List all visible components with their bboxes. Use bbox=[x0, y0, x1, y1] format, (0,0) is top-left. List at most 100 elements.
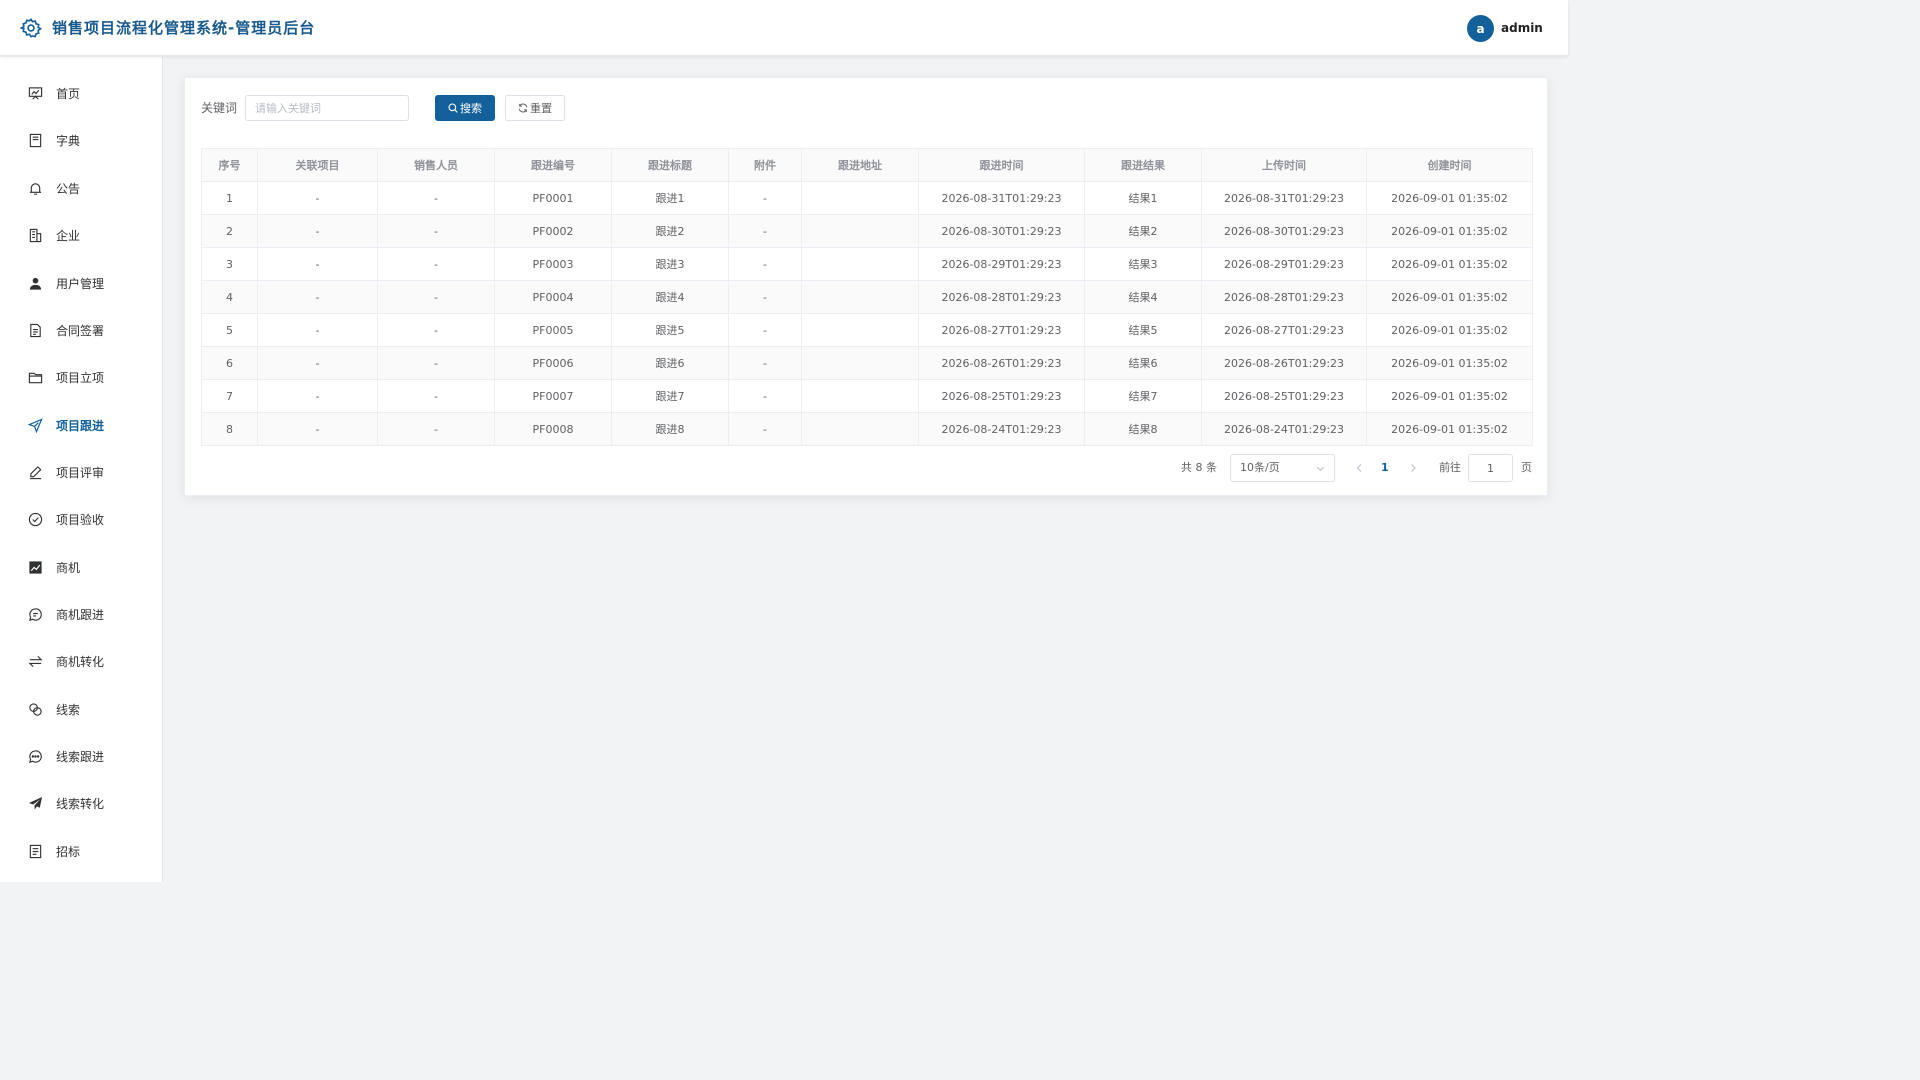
table-cell: 5 bbox=[201, 313, 258, 347]
send-icon bbox=[28, 418, 43, 433]
table-cell: - bbox=[377, 379, 495, 413]
keyword-input[interactable] bbox=[245, 95, 409, 121]
table-cell: - bbox=[377, 181, 495, 215]
app-title: 销售项目流程化管理系统-管理员后台 bbox=[52, 19, 316, 37]
table-row[interactable]: 7- - PF0007 跟进7-2026-08-25T01:29:23 结果7 2026-… bbox=[201, 379, 1533, 413]
sidebar-item-project-review[interactable]: 项目评审 bbox=[0, 453, 162, 493]
column-header: 关联项目 bbox=[257, 148, 378, 182]
table-cell: 2026-08-28T01:29:23 bbox=[1201, 280, 1367, 314]
sidebar-item-label: 项目验收 bbox=[56, 513, 105, 527]
sidebar-item-project-acceptance[interactable]: 项目验收 bbox=[0, 500, 162, 540]
table-cell: 7 bbox=[201, 379, 258, 413]
table-cell: 2026-08-29T01:29:23 bbox=[918, 247, 1085, 281]
table-row[interactable]: 5- - PF0005 跟进5-2026-08-27T01:29:23 结果5 2026-… bbox=[201, 313, 1533, 347]
table-cell: 2026-09-01 01:35:02 bbox=[1366, 379, 1533, 413]
table-cell: - bbox=[257, 280, 378, 314]
book-icon bbox=[29, 133, 42, 148]
table-cell: 结果5 bbox=[1084, 313, 1202, 347]
sidebar-item-label: 首页 bbox=[56, 87, 81, 101]
sidebar-item-lead[interactable]: 线索 bbox=[0, 690, 162, 730]
table-cell: - bbox=[728, 247, 802, 281]
table-cell: 2026-08-30T01:29:23 bbox=[918, 214, 1085, 248]
content-card: 关键词 搜索 重置 序号 关联项目 销售人员 跟进编号 跟进标题 附件 跟进地址… bbox=[184, 77, 1548, 496]
table-row[interactable]: 1- - PF0001 跟进1-2026-08-31T01:29:23 结果1 2026-… bbox=[201, 181, 1533, 215]
table-cell: 结果2 bbox=[1084, 214, 1202, 248]
gear-icon bbox=[20, 17, 42, 38]
table-cell: 2026-09-01 01:35:02 bbox=[1366, 181, 1533, 215]
table-cell: - bbox=[257, 181, 378, 215]
table-row[interactable]: 4- - PF0004 跟进4-2026-08-28T01:29:23 结果4 2026-… bbox=[201, 280, 1533, 314]
table-cell: - bbox=[257, 214, 378, 248]
table-cell: 8 bbox=[201, 412, 258, 446]
sidebar-item-project-init[interactable]: 项目立项 bbox=[0, 358, 162, 398]
column-header: 跟进时间 bbox=[918, 148, 1085, 182]
followup-table: 序号 关联项目 销售人员 跟进编号 跟进标题 附件 跟进地址 跟进时间 跟进结果… bbox=[201, 148, 1533, 446]
sidebar-item-label: 招标 bbox=[56, 845, 81, 859]
table-cell: - bbox=[728, 379, 802, 413]
table-cell: 3 bbox=[201, 247, 258, 281]
check-circle-icon bbox=[28, 512, 43, 527]
table-cell: 2026-09-01 01:35:02 bbox=[1366, 346, 1533, 380]
table-cell: 2026-08-25T01:29:23 bbox=[1201, 379, 1367, 413]
table-cell: 结果8 bbox=[1084, 412, 1202, 446]
sidebar-item-dictionary[interactable]: 字典 bbox=[0, 121, 162, 161]
sidebar-item-contract[interactable]: 合同签署 bbox=[0, 311, 162, 351]
username[interactable]: admin bbox=[1501, 20, 1543, 37]
sidebar-item-opportunity-conversion[interactable]: 商机转化 bbox=[0, 642, 162, 682]
table-cell bbox=[801, 313, 919, 347]
table-row[interactable]: 8- - PF0008 跟进8-2026-08-24T01:29:23 结果8 2026-… bbox=[201, 412, 1533, 446]
trend-chart-icon bbox=[29, 561, 42, 574]
table-cell: - bbox=[257, 313, 378, 347]
table-cell: 2026-08-25T01:29:23 bbox=[918, 379, 1085, 413]
table-cell: 结果3 bbox=[1084, 247, 1202, 281]
reset-button[interactable]: 重置 bbox=[505, 95, 565, 121]
table-cell: 2026-08-27T01:29:23 bbox=[1201, 313, 1367, 347]
sidebar-item-lead-followup[interactable]: 线索跟进 bbox=[0, 737, 162, 777]
table-cell: PF0005 bbox=[494, 313, 612, 347]
table-cell: - bbox=[377, 280, 495, 314]
sidebar-item-project-followup[interactable]: 项目跟进 bbox=[0, 406, 162, 446]
table-cell: PF0003 bbox=[494, 247, 612, 281]
user-icon bbox=[29, 277, 42, 290]
sidebar-item-label: 公告 bbox=[56, 182, 81, 196]
sidebar-item-opportunity-followup[interactable]: 商机跟进 bbox=[0, 595, 162, 635]
table-cell: 跟进7 bbox=[611, 379, 729, 413]
table-row[interactable]: 2- - PF0002 跟进2-2026-08-30T01:29:23 结果2 2026-… bbox=[201, 214, 1533, 248]
table-cell bbox=[801, 280, 919, 314]
link-icon bbox=[29, 703, 42, 716]
chevron-right-icon[interactable] bbox=[1407, 461, 1419, 475]
table-row[interactable]: 6- - PF0006 跟进6-2026-08-26T01:29:23 结果6 2026-… bbox=[201, 346, 1533, 380]
search-icon bbox=[448, 103, 458, 113]
sidebar-item-label: 商机跟进 bbox=[56, 608, 105, 622]
table-row[interactable]: 3- - PF0003 跟进3-2026-08-29T01:29:23 结果3 2026-… bbox=[201, 247, 1533, 281]
sidebar-item-lead-conversion[interactable]: 线索转化 bbox=[0, 784, 162, 824]
sidebar-item-label: 商机转化 bbox=[56, 655, 105, 669]
sidebar-item-enterprise[interactable]: 企业 bbox=[0, 216, 162, 256]
chevron-left-icon[interactable] bbox=[1353, 461, 1365, 475]
avatar[interactable]: a bbox=[1467, 15, 1494, 42]
sidebar-item-bidding[interactable]: 招标 bbox=[0, 832, 162, 872]
page-number-current[interactable]: 1 bbox=[1381, 461, 1389, 475]
table-cell: 跟进3 bbox=[611, 247, 729, 281]
table-cell: - bbox=[377, 346, 495, 380]
search-button[interactable]: 搜索 bbox=[435, 95, 495, 121]
sidebar-item-opportunity[interactable]: 商机 bbox=[0, 548, 162, 588]
page-size-select[interactable]: 10条/页 bbox=[1230, 454, 1335, 482]
page-suffix: 页 bbox=[1521, 461, 1532, 474]
sidebar-item-label: 项目跟进 bbox=[56, 419, 105, 433]
table-cell: - bbox=[257, 247, 378, 281]
bell-icon bbox=[29, 183, 42, 195]
column-header: 上传时间 bbox=[1201, 148, 1367, 182]
table-cell bbox=[801, 247, 919, 281]
column-header: 跟进编号 bbox=[494, 148, 612, 182]
sidebar-item-notice[interactable]: 公告 bbox=[0, 169, 162, 209]
sidebar-item-home[interactable]: 首页 bbox=[0, 74, 162, 114]
table-cell: 跟进2 bbox=[611, 214, 729, 248]
table-cell: 2026-09-01 01:35:02 bbox=[1366, 412, 1533, 446]
goto-page-input[interactable] bbox=[1468, 454, 1513, 482]
table-cell: - bbox=[728, 346, 802, 380]
table-cell: 4 bbox=[201, 280, 258, 314]
sidebar-item-user-management[interactable]: 用户管理 bbox=[0, 264, 162, 304]
chevron-down-icon bbox=[1316, 466, 1325, 472]
table-cell: 2026-08-31T01:29:23 bbox=[918, 181, 1085, 215]
